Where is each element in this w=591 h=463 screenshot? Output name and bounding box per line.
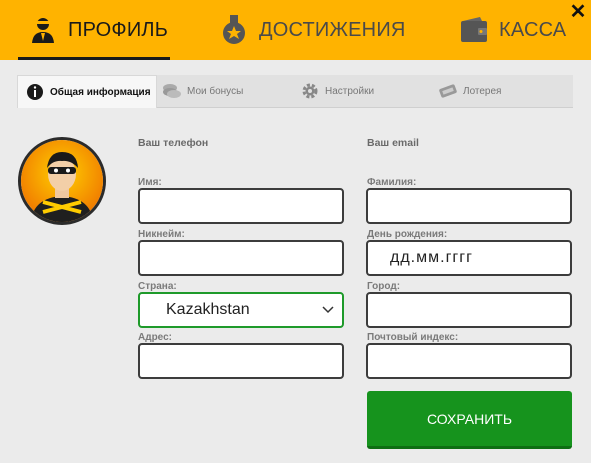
chips-icon xyxy=(162,81,182,101)
country-label: Страна: xyxy=(138,281,177,292)
city-label: Город: xyxy=(367,281,401,292)
nickname-label: Никнейм: xyxy=(138,229,185,240)
address-label: Адрес: xyxy=(138,332,172,343)
tab-achievements[interactable]: ДОСТИЖЕНИЯ xyxy=(219,0,406,60)
subtab-my-bonuses-label: Мои бонусы xyxy=(187,85,244,97)
name-label: Имя: xyxy=(138,177,162,188)
avatar[interactable] xyxy=(18,137,106,225)
email-label: Ваш email xyxy=(367,137,419,149)
info-icon xyxy=(25,82,45,102)
city-field[interactable] xyxy=(366,292,572,328)
subtab-settings[interactable]: Настройки xyxy=(300,75,430,107)
surname-label: Фамилия: xyxy=(367,177,417,188)
subtab-general-info[interactable]: Общая информация xyxy=(17,75,157,108)
phone-label: Ваш телефон xyxy=(138,137,209,149)
subtab-settings-label: Настройки xyxy=(325,85,375,97)
subtab-lottery-label: Лотерея xyxy=(463,85,502,97)
chevron-down-icon xyxy=(322,301,334,319)
country-select[interactable]: Kazakhstan xyxy=(138,292,344,328)
wallet-icon xyxy=(459,15,489,45)
country-value: Kazakhstan xyxy=(166,301,250,318)
birthday-label: День рождения: xyxy=(367,229,448,240)
nickname-field[interactable] xyxy=(138,240,344,276)
save-button[interactable]: СОХРАНИТЬ xyxy=(367,391,572,449)
gear-icon xyxy=(300,81,320,101)
subtab-general-info-label: Общая информация xyxy=(50,86,151,98)
user-icon xyxy=(28,15,58,45)
tab-cashier-label: КАССА xyxy=(499,18,567,41)
subtabs-bar: Общая информация Мои бонусы Настройки Ло… xyxy=(17,75,573,108)
address-field[interactable] xyxy=(138,343,344,379)
medal-icon xyxy=(219,15,249,45)
active-tab-indicator xyxy=(18,57,170,60)
zip-field[interactable] xyxy=(366,343,572,379)
birthday-placeholder: дд.мм.гггг xyxy=(390,249,473,266)
close-icon[interactable]: ✕ xyxy=(568,2,588,22)
tab-profile[interactable]: ПРОФИЛЬ xyxy=(28,0,168,60)
tab-profile-label: ПРОФИЛЬ xyxy=(68,18,169,41)
subtab-lottery[interactable]: Лотерея xyxy=(438,75,568,107)
tab-achievements-label: ДОСТИЖЕНИЯ xyxy=(259,18,406,41)
zip-label: Почтовый индекс: xyxy=(367,332,459,343)
birthday-field[interactable]: дд.мм.гггг xyxy=(366,240,572,276)
ticket-icon xyxy=(438,81,458,101)
subtab-my-bonuses[interactable]: Мои бонусы xyxy=(162,75,292,107)
top-header: ПРОФИЛЬ ДОСТИЖЕНИЯ КАССА ✕ xyxy=(0,0,591,60)
tab-cashier[interactable]: КАССА xyxy=(459,0,566,60)
surname-field[interactable] xyxy=(366,188,572,224)
name-field[interactable] xyxy=(138,188,344,224)
